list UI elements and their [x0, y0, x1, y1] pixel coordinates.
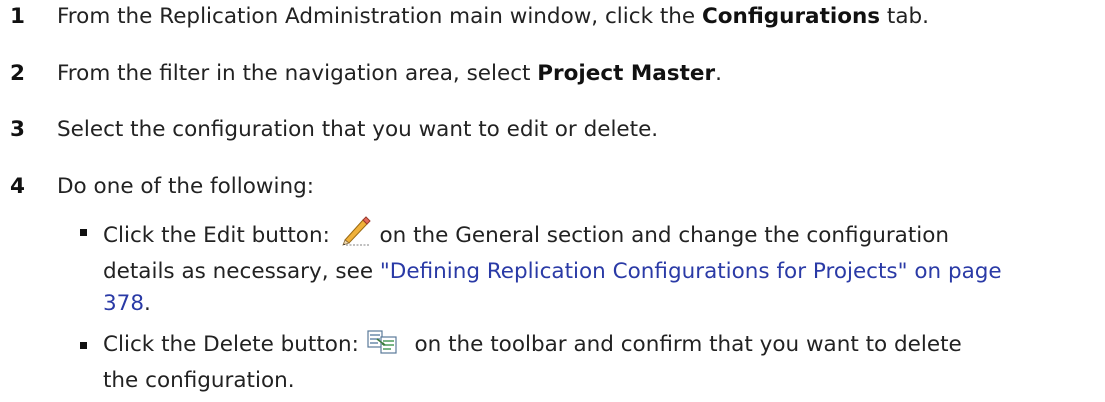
step-4: 4 Do one of the following:	[10, 174, 314, 199]
bullet-delete: Click the Delete button: on the toolbar …	[80, 329, 1100, 397]
step-number: 4	[10, 174, 25, 199]
delete-config-icon	[366, 329, 400, 365]
bullet-line: 378.	[103, 291, 151, 316]
bullet-line: Click the Delete button: on the toolbar …	[103, 329, 1100, 365]
page-378-link[interactable]: 378	[103, 291, 144, 316]
step-number: 3	[10, 117, 25, 142]
bullet-square-icon	[80, 229, 87, 236]
bullet-body: Click the Delete button: on the toolbar …	[103, 329, 1100, 397]
step-text: From the Replication Administration main…	[57, 4, 930, 29]
defining-configurations-link[interactable]: "Defining Replication Configurations for…	[380, 259, 1002, 284]
step-3: 3 Select the configuration that you want …	[10, 117, 658, 142]
project-master-ref: Project Master	[537, 61, 716, 86]
bullet-edit: Click the Edit button: on the General se…	[80, 216, 1100, 320]
step-text: From the filter in the navigation area, …	[57, 61, 722, 86]
step-number: 2	[10, 61, 25, 86]
bullet-body: Click the Edit button: on the General se…	[103, 216, 1100, 320]
bullet-square-icon	[80, 342, 87, 349]
pencil-icon	[337, 216, 373, 256]
configurations-tab-ref: Configurations	[701, 4, 881, 29]
step-2: 2 From the filter in the navigation area,…	[10, 61, 722, 86]
step-text: Select the configuration that you want t…	[57, 117, 659, 142]
bullet-line: details as necessary, see "Defining Repl…	[103, 259, 1002, 284]
bullet-line: Click the Edit button: on the General se…	[103, 216, 1100, 256]
step-1: 1 From the Replication Administration mai…	[10, 4, 929, 29]
bullet-line: the configuration.	[103, 368, 295, 393]
step-number: 1	[10, 4, 25, 29]
step-text: Do one of the following:	[57, 174, 314, 199]
